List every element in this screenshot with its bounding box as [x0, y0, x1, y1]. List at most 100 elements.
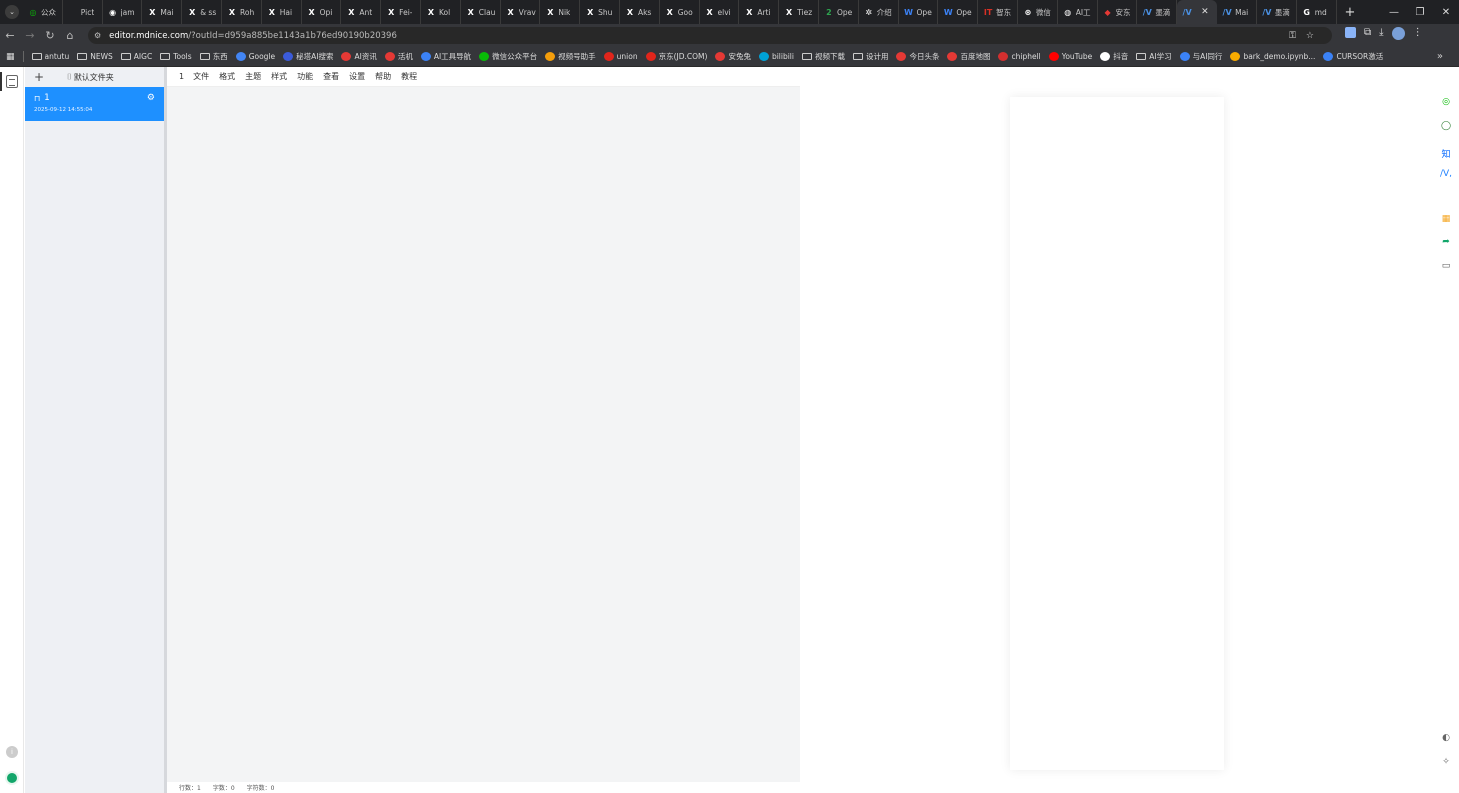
bookmark-item[interactable]: AI学习 — [1136, 51, 1172, 62]
bookmark-item[interactable]: AI资讯 — [341, 51, 377, 62]
bookmark-item[interactable]: 百度地图 — [947, 51, 990, 62]
tab[interactable]: IT 智东 — [978, 0, 1018, 24]
markdown-editor[interactable] — [167, 87, 800, 782]
tab[interactable]: X Opi — [302, 0, 342, 24]
tab[interactable]: X Shu — [580, 0, 620, 24]
tab[interactable]: X Kol — [421, 0, 461, 24]
tab[interactable]: X Goo — [660, 0, 700, 24]
theme-icon[interactable]: ◯ — [1433, 121, 1459, 131]
tab[interactable]: X Nik — [540, 0, 581, 24]
menu-item[interactable]: 功能 — [297, 71, 313, 82]
tab[interactable]: ◆ 安东 — [1098, 0, 1138, 24]
apps-icon[interactable]: ▦ — [6, 52, 15, 62]
bookmark-item[interactable]: YouTube — [1048, 52, 1092, 61]
back-icon[interactable]: ← — [0, 29, 20, 42]
bookmark-star-icon[interactable]: ⚿☆ — [1289, 31, 1324, 41]
bookmark-item[interactable]: Google — [235, 52, 275, 61]
menu-item[interactable]: 教程 — [401, 71, 417, 82]
list-item[interactable]: ⊓ 1 2025-09-12 14:55:04 ⚙ — [25, 87, 164, 121]
juejin-icon[interactable]: /V, — [1433, 169, 1459, 179]
new-tab-button[interactable]: + — [1345, 5, 1356, 20]
tab[interactable]: X Ant — [341, 0, 382, 24]
bookmark-item[interactable]: 今日头条 — [896, 51, 939, 62]
tab-active[interactable]: /V ✕ — [1177, 0, 1218, 24]
bookmark-item[interactable]: 微信公众平台 — [479, 51, 537, 62]
tab[interactable]: ✲ 介绍 — [859, 0, 899, 24]
menu-item[interactable]: 格式 — [219, 71, 235, 82]
close-window-icon[interactable]: ✕ — [1433, 0, 1459, 24]
home-icon[interactable]: ⌂ — [60, 29, 80, 42]
bookmark-item[interactable]: 抖音 — [1100, 51, 1128, 62]
tab[interactable]: Xelvi — [700, 0, 740, 24]
restore-icon[interactable]: ❐ — [1407, 0, 1433, 24]
bookmarks-more-icon[interactable]: » — [1437, 51, 1443, 62]
menu-item[interactable]: 文件 — [193, 71, 209, 82]
magic-icon[interactable]: ✧ — [1433, 757, 1459, 767]
bookmark-item[interactable]: 安兔兔 — [715, 51, 751, 62]
tab[interactable]: X Arti — [739, 0, 780, 24]
avatar[interactable] — [1391, 27, 1405, 40]
bookmark-item[interactable]: Tools — [160, 52, 192, 61]
phone-preview[interactable] — [1010, 97, 1224, 770]
close-tab-icon[interactable]: ✕ — [1201, 7, 1209, 17]
minimize-icon[interactable]: — — [1381, 0, 1407, 24]
bookmark-item[interactable]: CURSOR激活 — [1323, 51, 1383, 62]
menu-icon[interactable]: ⋮ — [1413, 27, 1423, 40]
site-info-icon[interactable]: ⚙ — [94, 31, 101, 40]
bookmark-item[interactable]: chiphell — [998, 52, 1041, 61]
mdnice-logo-icon[interactable] — [5, 771, 19, 785]
forward-icon[interactable]: → — [20, 29, 40, 42]
bookmark-item[interactable]: 设计用 — [852, 51, 888, 62]
bookmark-item[interactable]: AI工具导航 — [420, 51, 471, 62]
tab[interactable]: ⊛ 微信 — [1018, 0, 1058, 24]
folder-selector[interactable]: ⌷ 默认文件夹 — [67, 72, 114, 83]
bookmark-item[interactable]: union — [603, 52, 638, 61]
zhihu-icon[interactable]: 知 — [1433, 147, 1459, 160]
menu-item[interactable]: 样式 — [271, 71, 287, 82]
bookmark-item[interactable]: antutu — [31, 52, 69, 61]
menu-item[interactable]: 设置 — [349, 71, 365, 82]
bookmark-item[interactable]: 视频下载 — [801, 51, 845, 62]
tab[interactable]: /V 墨滴 — [1137, 0, 1178, 24]
tab[interactable]: ◉ jam — [103, 0, 143, 24]
tab[interactable]: X Vrav — [501, 0, 541, 24]
bookmark-item[interactable]: 京东(JD.COM) — [645, 51, 707, 62]
grid-icon[interactable]: ▦ — [1433, 214, 1459, 224]
tab[interactable]: ◎ 公众 — [23, 0, 63, 24]
tab[interactable]: X Mai — [142, 0, 183, 24]
gear-icon[interactable]: ⚙ — [147, 93, 155, 103]
tab[interactable]: X & ss — [182, 0, 222, 24]
tab[interactable]: Gmd — [1297, 0, 1337, 24]
bookmark-item[interactable]: NEWS — [77, 52, 113, 61]
tab[interactable]: X Roh — [222, 0, 262, 24]
tab[interactable]: ◍ AI工 — [1058, 0, 1098, 24]
bookmark-item[interactable]: bilibili — [758, 52, 794, 61]
bookmark-item[interactable]: AIGC — [120, 52, 152, 61]
download-icon[interactable]: ⤓ — [1379, 27, 1383, 40]
tab[interactable]: X Clau — [461, 0, 501, 24]
extension-icon[interactable] — [1345, 27, 1356, 38]
menu-item[interactable]: 主题 — [245, 71, 261, 82]
bookmark-item[interactable]: 秘塔AI搜索 — [283, 51, 333, 62]
bookmark-item[interactable]: 活机 — [384, 51, 413, 62]
reload-icon[interactable]: ↻ — [40, 29, 60, 42]
tab[interactable]: X Tiez — [779, 0, 819, 24]
tab[interactable]: W Ope — [938, 0, 979, 24]
bookmark-item[interactable]: 视频号助手 — [545, 51, 596, 62]
tab[interactable]: /V Mai — [1217, 0, 1257, 24]
menu-item[interactable]: 查看 — [323, 71, 339, 82]
tab[interactable]: X Hai — [262, 0, 302, 24]
bookmark-item[interactable]: 与AI同行 — [1179, 51, 1222, 62]
bookmark-item[interactable]: 东西 — [199, 51, 228, 62]
add-file-button[interactable]: + — [25, 70, 53, 84]
tab[interactable]: Pict — [63, 0, 103, 24]
palette-icon[interactable]: ◐ — [1433, 733, 1459, 743]
url-field[interactable]: ⚙ editor.mdnice.com/?outId=d959a885be114… — [88, 27, 1332, 44]
tab[interactable]: X Aks — [620, 0, 660, 24]
file-list-icon[interactable] — [6, 75, 18, 88]
tab-search-icon[interactable]: ⌄ — [5, 5, 19, 19]
tab[interactable]: X Fei- — [381, 0, 421, 24]
monitor-icon[interactable]: ▭ — [1433, 261, 1459, 271]
tab[interactable]: W Ope — [899, 0, 939, 24]
info-icon[interactable]: i — [6, 746, 18, 758]
